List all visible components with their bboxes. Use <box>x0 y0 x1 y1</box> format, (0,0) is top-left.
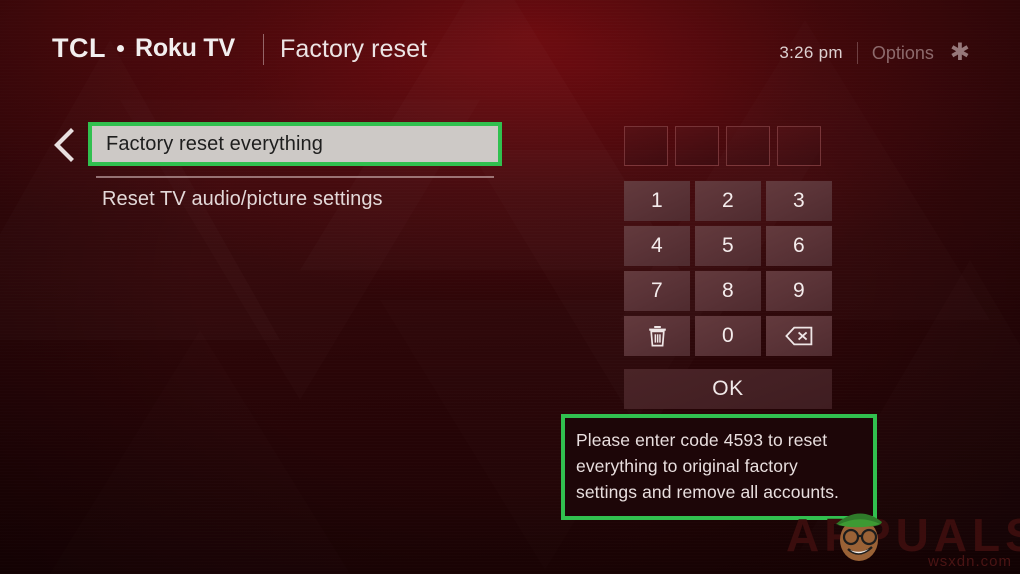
key-3[interactable]: 3 <box>766 181 832 221</box>
key-clear[interactable] <box>624 316 690 356</box>
brand-logo: TCL Roku TV <box>52 33 235 64</box>
key-8[interactable]: 8 <box>695 271 761 311</box>
menu-item-reset-av-settings[interactable]: Reset TV audio/picture settings <box>88 178 502 220</box>
asterisk-icon: ✱ <box>949 39 970 66</box>
code-digit-box-3[interactable] <box>726 126 770 166</box>
ok-button[interactable]: OK <box>624 369 832 409</box>
menu-item-factory-reset-everything[interactable]: Factory reset everything <box>88 122 502 166</box>
key-6[interactable]: 6 <box>766 226 832 266</box>
key-backspace[interactable] <box>766 316 832 356</box>
code-digit-box-1[interactable] <box>624 126 668 166</box>
key-0[interactable]: 0 <box>695 316 761 356</box>
menu-item-label: Factory reset everything <box>106 132 323 155</box>
header-divider <box>263 34 264 65</box>
bg-triangle <box>40 330 360 574</box>
code-digit-box-2[interactable] <box>675 126 719 166</box>
page-title: Factory reset <box>280 35 428 63</box>
header-right-group: 3:26 pm Options ✱ <box>779 39 970 66</box>
watermark-subtext: wsxdn.com <box>927 553 1012 570</box>
key-5[interactable]: 5 <box>695 226 761 266</box>
chevron-left-icon <box>54 128 74 162</box>
key-7[interactable]: 7 <box>624 271 690 311</box>
back-button[interactable] <box>52 128 76 162</box>
menu-item-label: Reset TV audio/picture settings <box>102 187 383 210</box>
options-button[interactable]: Options <box>872 43 934 64</box>
brand-tcl-text: TCL <box>52 33 106 63</box>
key-9[interactable]: 9 <box>766 271 832 311</box>
tv-factory-reset-screen: TCL Roku TV Factory reset 3:26 pm Option… <box>0 0 1020 574</box>
key-1[interactable]: 1 <box>624 181 690 221</box>
code-entry-panel: 1 2 3 4 5 6 7 8 9 0 OK <box>624 126 836 409</box>
instruction-text: Please enter code 4593 to reset everythi… <box>576 430 840 502</box>
instruction-callout: Please enter code 4593 to reset everythi… <box>561 414 877 520</box>
header-bar: TCL Roku TV Factory reset 3:26 pm Option… <box>0 0 1020 92</box>
backspace-icon <box>785 326 813 346</box>
trash-icon <box>648 326 666 347</box>
code-input-row <box>624 126 836 166</box>
brand-roku-text: Roku TV <box>134 34 235 62</box>
reset-options-menu: Factory reset everything Reset TV audio/… <box>88 122 502 220</box>
key-2[interactable]: 2 <box>695 181 761 221</box>
code-digit-box-4[interactable] <box>777 126 821 166</box>
numeric-keypad: 1 2 3 4 5 6 7 8 9 0 <box>624 181 836 356</box>
clock-text: 3:26 pm <box>779 43 843 62</box>
key-4[interactable]: 4 <box>624 226 690 266</box>
header-right-divider <box>856 42 858 64</box>
bullet-dot-icon <box>116 45 124 52</box>
